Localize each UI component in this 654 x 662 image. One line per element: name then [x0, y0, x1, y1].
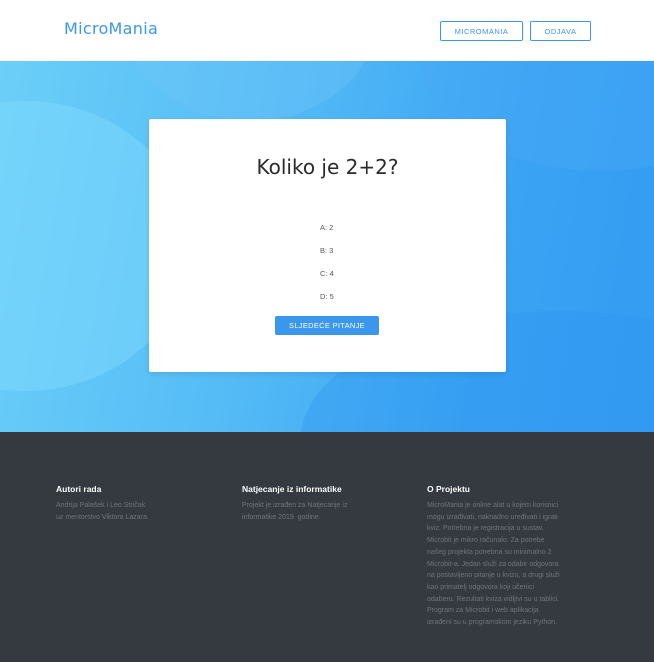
- quiz-card: Koliko je 2+2? A: 2 B: 3 C: 4 D: 5 SLJED…: [149, 119, 506, 372]
- footer-competition-title: Natjecanje iz informatike: [242, 484, 342, 494]
- footer-about-project: O Projektu MicroMania je online alat u k…: [427, 484, 603, 629]
- footer-about-title: O Projektu: [427, 484, 470, 494]
- hero-section: Koliko je 2+2? A: 2 B: 3 C: 4 D: 5 SLJED…: [0, 61, 654, 432]
- answer-option-a[interactable]: A: 2: [320, 223, 333, 232]
- background-wave: [120, 61, 380, 121]
- footer-competition-text: Projekt je izrađen za Natjecanje iz info…: [242, 502, 348, 521]
- footer-authors: Autori rada Andrija Palašek i Leo Striča…: [56, 484, 206, 523]
- footer-authors-title: Autori rada: [56, 484, 102, 494]
- brand-logo[interactable]: MicroMania: [64, 19, 158, 38]
- footer-about-text: MicroMania je online alat u kojem korisn…: [427, 502, 560, 627]
- answer-option-d[interactable]: D: 5: [320, 292, 334, 301]
- footer: Autori rada Andrija Palašek i Leo Striča…: [0, 432, 654, 662]
- footer-authors-text: Andrija Palašek i Leo Stričak uz mentors…: [56, 502, 149, 521]
- next-question-button[interactable]: SLJEDEĆE PITANJE: [275, 316, 379, 335]
- answer-option-c[interactable]: C: 4: [320, 269, 334, 278]
- navbar: MicroMania MICROMANIA ODJAVA: [0, 0, 654, 61]
- footer-competition: Natjecanje iz informatike Projekt je izr…: [242, 484, 392, 523]
- logout-button[interactable]: ODJAVA: [530, 21, 591, 41]
- micromania-nav-button[interactable]: MICROMANIA: [440, 21, 523, 41]
- answer-option-b[interactable]: B: 3: [320, 246, 333, 255]
- question-title: Koliko je 2+2?: [256, 155, 399, 179]
